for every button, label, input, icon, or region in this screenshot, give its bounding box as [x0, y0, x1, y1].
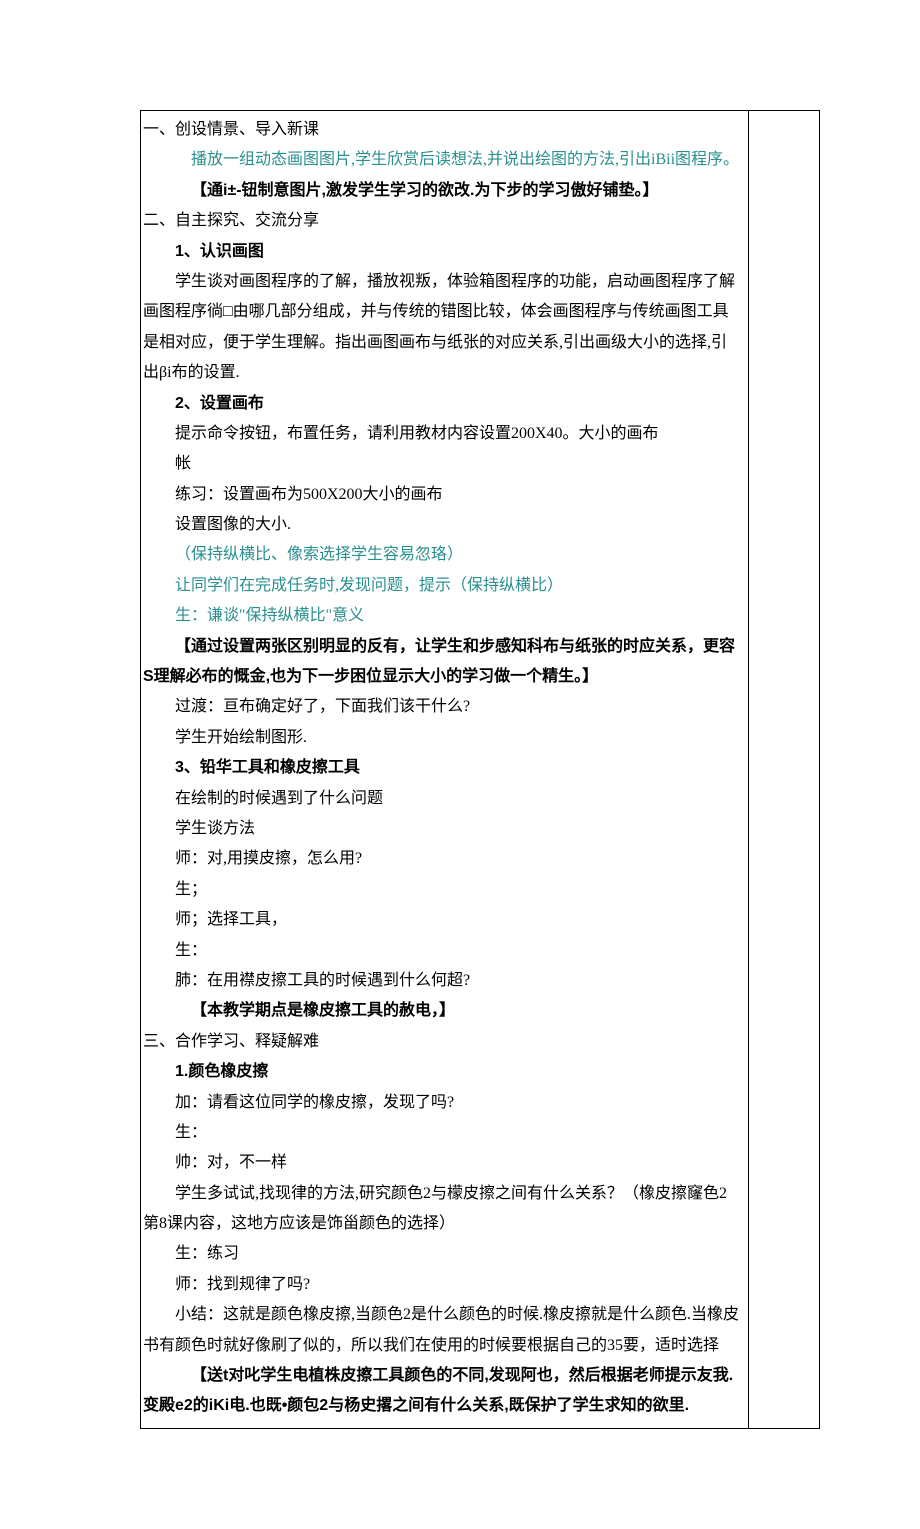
s2-item3-b: 学生谈方法 [143, 814, 742, 844]
s3-item1-h: 【送t对叱学生电植株皮擦工具颜色的不同,发现阿也，然后根据老师提示友我.变殿e2… [143, 1361, 742, 1422]
s2-item2-i: 过渡：亘布确定好了，下面我们该干什么? [143, 692, 742, 722]
s2-item3-g: 肺：在用襟皮擦工具的时候遇到什么何超? [143, 966, 742, 996]
section-1-title: 一、创设情景、导入新课 [143, 115, 742, 145]
s2-item3-f: 生： [143, 936, 742, 966]
s3-item1-d: 学生多试试,找现律的方法,研究颜色2与檬皮擦之间有什么关系？（橡皮擦窿色2第8课… [143, 1179, 742, 1240]
s1-p2: 【通i±-钮制意图片,激发学生学习的欲改.为下步的学习傲好铺垫。】 [143, 176, 742, 206]
s2-item3-title: 3、铅华工具和橡皮擦工具 [143, 753, 742, 783]
s2-item2-a: 提示命令按钮，布置任务，请利用教材内容设置200X40。大小的画布 [143, 419, 742, 449]
s2-item2-g: 生：谦谈"保持纵横比"意义 [143, 601, 742, 631]
s2-item2-d: 设置图像的大小. [143, 510, 742, 540]
s2-item2-j: 学生开始绘制图形. [143, 723, 742, 753]
page: 一、创设情景、导入新课 播放一组动态画图图片,学生欣赏后读想法,并说出绘图的方法… [0, 0, 920, 1529]
s3-item1-b: 生： [143, 1118, 742, 1148]
s2-item3-h: 【本教学期点是橡皮擦工具的赦电，】 [143, 996, 742, 1026]
s3-item1-c: 帅：对，不一样 [143, 1148, 742, 1178]
s2-item3-e: 师；选择工具， [143, 905, 742, 935]
s3-item1-f: 师：找到规律了吗? [143, 1270, 742, 1300]
s2-item1-title: 1、认识画图 [143, 237, 742, 267]
content-frame: 一、创设情景、导入新课 播放一组动态画图图片,学生欣赏后读想法,并说出绘图的方法… [140, 110, 820, 1429]
main-column: 一、创设情景、导入新课 播放一组动态画图图片,学生欣赏后读想法,并说出绘图的方法… [141, 111, 748, 1428]
s3-item1-a: 加：请看这位同学的橡皮擦，发现了吗? [143, 1088, 742, 1118]
s3-item1-title: 1.颜色橡皮擦 [143, 1057, 742, 1087]
s2-item2-title: 2、设置画布 [143, 389, 742, 419]
s2-item2-f: 让同学们在完成任务时,发现问题，提示（保持纵横比） [143, 571, 742, 601]
section-3-title: 三、合作学习、释疑解难 [143, 1027, 742, 1057]
s1-p1: 播放一组动态画图图片,学生欣赏后读想法,并说出绘图的方法,引出iBii图程序。 [143, 145, 742, 175]
s2-item2-e: （保持纵横比、像索选择学生容易忽珞） [143, 540, 742, 570]
s2-item3-a: 在绘制的时候遇到了什么问题 [143, 784, 742, 814]
s2-item2-c: 练习：设置画布为500X200大小的画布 [143, 480, 742, 510]
s2-item3-d: 生； [143, 875, 742, 905]
side-column [748, 111, 819, 1428]
s2-item2-b: 帐 [143, 449, 742, 479]
s3-item1-g: 小结：这就是颜色橡皮擦,当颜色2是什么颜色的时候.橡皮擦就是什么颜色.当橡皮书有… [143, 1300, 742, 1361]
s2-item1-a: 学生谈对画图程序的了解，播放视叛，体验箱图程序的功能，启动画图程序了解画图程序徜… [143, 267, 742, 389]
s2-item2-h: 【通过设置两张区别明显的反有，让学生和步感知科布与纸张的时应关系，更容S理解必布… [143, 632, 742, 693]
section-2-title: 二、自主探究、交流分享 [143, 206, 742, 236]
s3-item1-e: 生：练习 [143, 1239, 742, 1269]
s2-item3-c: 师：对,用摸皮擦，怎么用? [143, 844, 742, 874]
